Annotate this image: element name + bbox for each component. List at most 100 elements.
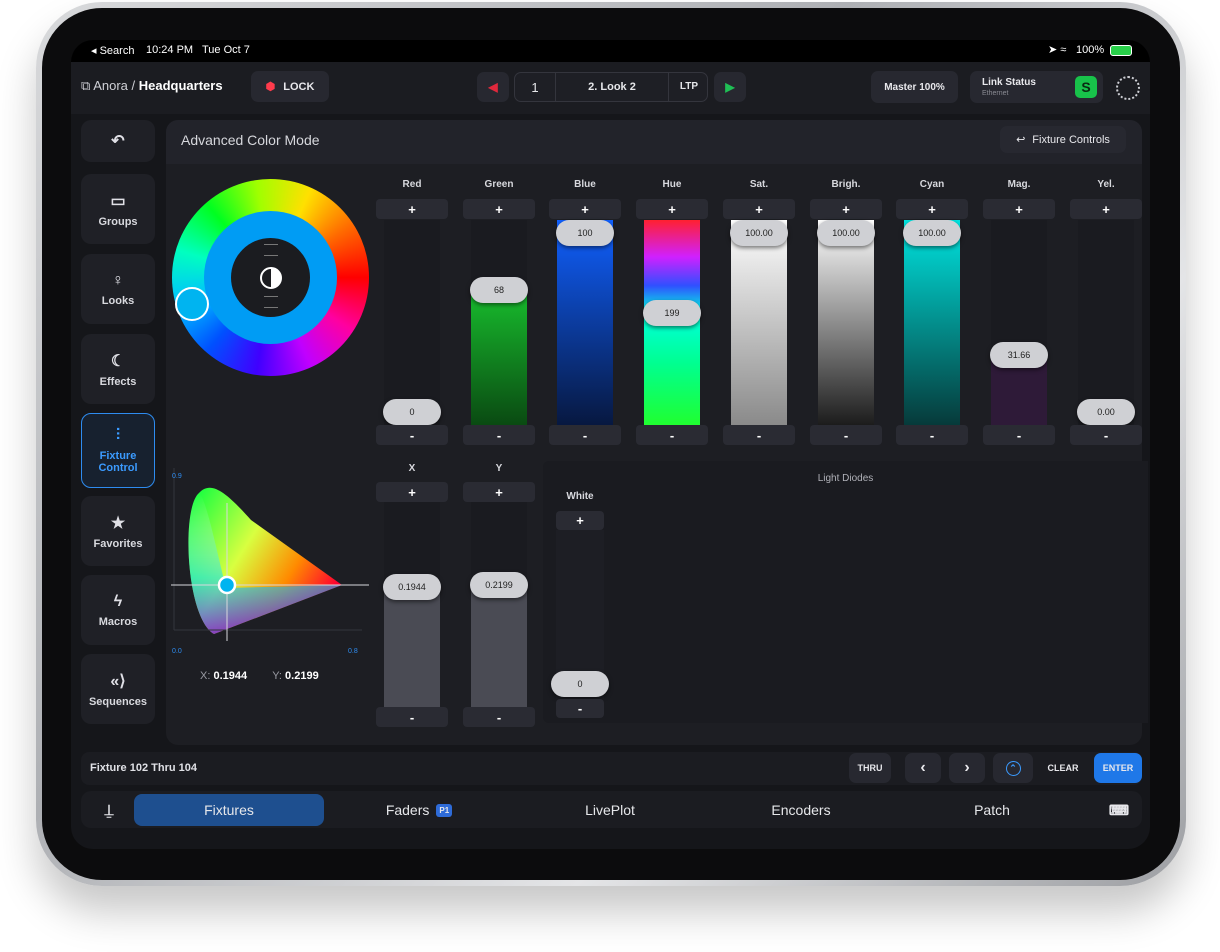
contrast-icon[interactable] <box>260 267 282 289</box>
sidebar-item-looks[interactable]: ♀ Looks <box>81 254 155 324</box>
cue-display[interactable]: 1 2. Look 2 LTP <box>514 72 708 102</box>
fader-plus-mag[interactable]: + <box>983 199 1055 219</box>
xy-minus-y[interactable]: - <box>463 707 535 727</box>
fader-plus-red[interactable]: + <box>376 199 448 219</box>
clear-button[interactable]: CLEAR <box>1041 753 1085 783</box>
fader-handle-sat[interactable]: 100.00 <box>730 220 788 246</box>
cue-next-button[interactable]: ▶ <box>714 72 746 102</box>
enter-button[interactable]: ENTER <box>1094 753 1142 783</box>
fader-label-yel: Yel. <box>1097 179 1115 190</box>
app-screen: ◂ Search 10:24 PM Tue Oct 7 ➤ ≈ 100% ⧉ A… <box>71 40 1150 849</box>
fader-track-brigh[interactable] <box>818 220 874 425</box>
fader-handle-red[interactable]: 0 <box>383 399 441 425</box>
fader-handle-green[interactable]: 68 <box>470 277 528 303</box>
sidebar-item-favorites[interactable]: ★ Favorites <box>81 496 155 566</box>
sidebar-item-sequences[interactable]: «⟩ Sequences <box>81 654 155 724</box>
white-handle[interactable]: 0 <box>551 671 609 697</box>
xy-minus-x[interactable]: - <box>376 707 448 727</box>
settings-dial-icon[interactable] <box>1116 76 1140 100</box>
white-label: White <box>566 491 594 502</box>
fader-minus-cyan[interactable]: - <box>896 425 968 445</box>
fader-minus-blue[interactable]: - <box>549 425 621 445</box>
fader-fill-brigh <box>818 220 874 425</box>
master-button[interactable]: Master 100% <box>871 71 958 103</box>
fader-minus-hue[interactable]: - <box>636 425 708 445</box>
tab-patch[interactable]: Patch <box>897 794 1087 826</box>
fixture-controls-button[interactable]: ↩ Fixture Controls <box>1000 126 1126 153</box>
sidebar-item-fixture-control[interactable]: ⫶ Fixture Control <box>81 413 155 488</box>
tab-faders[interactable]: Faders P1 <box>324 794 514 826</box>
cue-mode[interactable]: LTP <box>669 81 709 92</box>
fader-minus-red[interactable]: - <box>376 425 448 445</box>
breadcrumb-parent[interactable]: Anora <box>93 78 128 93</box>
fader-plus-yel[interactable]: + <box>1070 199 1142 219</box>
cie-x-label: X: <box>200 670 211 682</box>
fader-track-green[interactable] <box>471 220 527 425</box>
fader-plus-brigh[interactable]: + <box>810 199 882 219</box>
sidebar-item-groups[interactable]: ▭ Groups <box>81 174 155 244</box>
fader-handle-blue[interactable]: 100 <box>556 220 614 246</box>
next-button[interactable]: › <box>949 753 985 783</box>
cie-handle[interactable] <box>217 575 237 595</box>
cie-axis-y-max: 0.9 <box>172 473 182 480</box>
cie-y-value: 0.2199 <box>285 670 319 682</box>
fader-track-cyan[interactable] <box>904 220 960 425</box>
tab-fixtures[interactable]: Fixtures <box>134 794 324 826</box>
xy-track-x[interactable] <box>384 502 440 707</box>
fader-track-blue[interactable] <box>557 220 613 425</box>
xy-plus-y[interactable]: + <box>463 482 535 502</box>
cie-axis-x-min: 0.0 <box>172 648 182 655</box>
fader-minus-mag[interactable]: - <box>983 425 1055 445</box>
fader-plus-sat[interactable]: + <box>723 199 795 219</box>
white-plus-button[interactable]: + <box>556 511 604 530</box>
sidebar-item-macros[interactable]: ϟ Macros <box>81 575 155 645</box>
back-button[interactable]: ↶ <box>81 120 155 162</box>
fader-minus-yel[interactable]: - <box>1070 425 1142 445</box>
fader-track-red[interactable] <box>384 220 440 425</box>
fader-minus-green[interactable]: - <box>463 425 535 445</box>
fader-minus-sat[interactable]: - <box>723 425 795 445</box>
link-status[interactable]: Link Status Ethernet S <box>970 71 1103 103</box>
xy-fill-x <box>384 586 440 707</box>
cie-chart[interactable] <box>166 458 376 658</box>
sidebar-item-effects[interactable]: ☾ Effects <box>81 334 155 404</box>
link-badge: S <box>1075 76 1097 98</box>
xy-fill-y <box>471 584 527 707</box>
fader-handle-mag[interactable]: 31.66 <box>990 342 1048 368</box>
collapse-button[interactable]: ⌃ <box>993 753 1033 783</box>
fader-handle-hue[interactable]: 199 <box>643 300 701 326</box>
top-bar: ⧉ Anora / Headquarters ⬢ LOCK ◀ 1 2. Look… <box>71 62 1150 114</box>
fader-handle-brigh[interactable]: 100.00 <box>817 220 875 246</box>
cie-x-value: 0.1944 <box>213 670 248 682</box>
cie-readout: X: 0.1944 Y: 0.2199 <box>200 670 319 682</box>
white-minus-button[interactable]: - <box>556 699 604 718</box>
tab-encoders[interactable]: Encoders <box>706 794 896 826</box>
fader-plus-blue[interactable]: + <box>549 199 621 219</box>
fader-track-yel[interactable] <box>1078 220 1134 425</box>
fader-plus-cyan[interactable]: + <box>896 199 968 219</box>
xy-handle-x[interactable]: 0.1944 <box>383 574 441 600</box>
fader-plus-green[interactable]: + <box>463 199 535 219</box>
fader-plus-hue[interactable]: + <box>636 199 708 219</box>
keyboard-icon[interactable]: ⌨ <box>1099 794 1139 826</box>
fader-track-mag[interactable] <box>991 220 1047 425</box>
xy-track-y[interactable] <box>471 502 527 707</box>
thru-button[interactable]: THRU <box>849 753 891 783</box>
fader-handle-cyan[interactable]: 100.00 <box>903 220 961 246</box>
lock-button[interactable]: ⬢ LOCK <box>251 71 329 102</box>
prev-button[interactable]: ‹ <box>905 753 941 783</box>
sidebar-item-label: Groups <box>98 215 138 228</box>
fader-handle-yel[interactable]: 0.00 <box>1077 399 1135 425</box>
joystick-icon[interactable]: ⍊ <box>93 794 125 826</box>
fader-minus-brigh[interactable]: - <box>810 425 882 445</box>
back-to-search[interactable]: ◂ Search <box>91 44 134 57</box>
fader-track-sat[interactable] <box>731 220 787 425</box>
cue-prev-button[interactable]: ◀ <box>477 72 509 102</box>
xy-handle-y[interactable]: 0.2199 <box>470 572 528 598</box>
color-wheel-handle[interactable] <box>175 287 209 321</box>
tab-liveplot[interactable]: LivePlot <box>515 794 705 826</box>
xy-plus-x[interactable]: + <box>376 482 448 502</box>
sidebar-item-label: Sequences <box>88 695 148 708</box>
sidebar-item-label: Fixture Control <box>98 450 138 474</box>
fader-fill-green <box>471 286 527 425</box>
